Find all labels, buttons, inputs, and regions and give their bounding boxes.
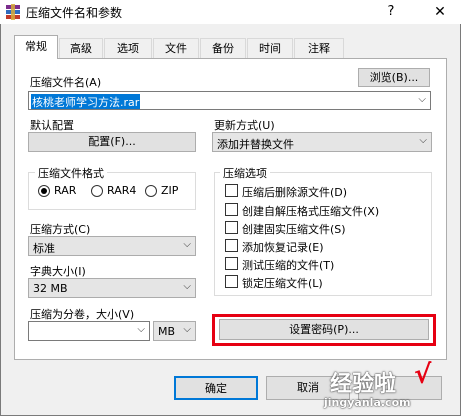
chevron-down-icon: ⌵	[183, 281, 191, 292]
chevron-down-icon[interactable]: ⌵	[137, 324, 145, 335]
chevron-down-icon: ⌵	[183, 239, 191, 250]
profiles-button[interactable]: 配置(F)...	[28, 132, 196, 152]
watermark-check-icon: √	[414, 360, 432, 390]
archiving-options-label: 压缩选项	[220, 165, 270, 181]
checkbox-lock-archive[interactable]	[225, 275, 238, 288]
ok-button[interactable]: 确定	[174, 376, 258, 400]
dictionary-size-select[interactable]: 32 MB ⌵	[28, 278, 196, 298]
tab-files[interactable]: 文件	[153, 38, 199, 58]
checkbox-test-files[interactable]	[225, 257, 238, 270]
radio-zip-label: ZIP	[161, 184, 179, 197]
dictionary-size-value: 32 MB	[33, 282, 68, 295]
split-volumes-input[interactable]: ⌵	[28, 321, 150, 341]
checkbox-create-sfx[interactable]	[225, 203, 238, 216]
checkbox-recovery-record[interactable]	[225, 239, 238, 252]
watermark-url: jingyanla.com	[324, 396, 411, 409]
tab-options[interactable]: 选项	[104, 38, 152, 58]
archive-name-label: 压缩文件名(A)	[30, 76, 102, 89]
archive-name-value: 核桃老师学习方法.rar	[31, 94, 141, 109]
checkbox-delete-after[interactable]	[225, 184, 238, 197]
split-unit-select[interactable]: MB ⌵	[153, 321, 196, 341]
checkbox-create-solid[interactable]	[225, 221, 238, 234]
checkbox-test-files-label: 测试压缩的文件(T)	[242, 259, 335, 272]
title-bar: 压缩文件名和参数 ? ✕	[0, 0, 461, 24]
checkbox-create-sfx-label: 创建自解压格式压缩文件(X)	[242, 205, 380, 218]
dictionary-size-label: 字典大小(I)	[30, 265, 86, 278]
update-mode-value: 添加并替换文件	[217, 138, 294, 151]
tab-advanced[interactable]: 高级	[59, 38, 103, 58]
close-button[interactable]: ✕	[420, 0, 460, 24]
compression-method-value: 标准	[33, 242, 55, 255]
default-profile-label: 默认配置	[30, 119, 74, 132]
tab-time[interactable]: 时间	[247, 38, 293, 58]
checkbox-create-solid-label: 创建固实压缩文件(S)	[242, 223, 346, 236]
chevron-down-icon[interactable]: ⌵	[418, 94, 426, 105]
chevron-down-icon: ⌵	[183, 324, 191, 335]
watermark-text: 经验啦	[330, 372, 397, 397]
update-mode-select[interactable]: 添加并替换文件 ⌵	[212, 132, 432, 152]
radio-rar4[interactable]	[91, 185, 103, 197]
archive-name-input[interactable]: 核桃老师学习方法.rar ⌵	[28, 91, 431, 110]
checkbox-lock-archive-label: 锁定压缩文件(L)	[242, 277, 323, 290]
compression-method-select[interactable]: 标准 ⌵	[28, 236, 196, 256]
tab-comment[interactable]: 注释	[294, 38, 344, 58]
help-button[interactable]: ?	[376, 0, 406, 24]
window-title: 压缩文件名和参数	[26, 6, 123, 20]
tab-general[interactable]: 常规	[14, 35, 58, 59]
radio-rar4-label: RAR4	[107, 184, 137, 197]
radio-rar-label: RAR	[54, 184, 77, 197]
split-unit-value: MB	[158, 325, 176, 338]
archive-format-label: 压缩文件格式	[35, 165, 107, 181]
radio-zip[interactable]	[145, 185, 157, 197]
split-volumes-label: 压缩为分卷，大小(V)	[30, 308, 135, 321]
winrar-app-icon	[6, 4, 20, 20]
checkbox-recovery-record-label: 添加恢复记录(E)	[242, 241, 324, 254]
tab-backup[interactable]: 备份	[200, 38, 246, 58]
update-mode-label: 更新方式(U)	[214, 119, 275, 132]
compression-method-label: 压缩方式(C)	[30, 223, 91, 236]
radio-rar[interactable]	[38, 185, 50, 197]
chevron-down-icon: ⌵	[419, 135, 427, 146]
set-password-button[interactable]: 设置密码(P)...	[219, 319, 429, 340]
browse-button[interactable]: 浏览(B)...	[358, 68, 430, 87]
checkbox-delete-after-label: 压缩后删除源文件(D)	[242, 186, 348, 199]
